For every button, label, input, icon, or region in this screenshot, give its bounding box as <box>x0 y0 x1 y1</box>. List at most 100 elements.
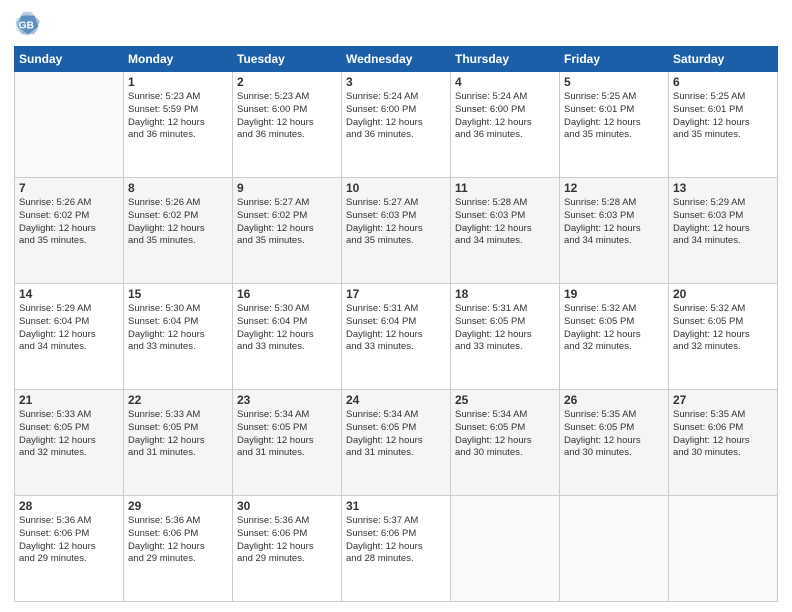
day-cell: 21Sunrise: 5:33 AMSunset: 6:05 PMDayligh… <box>15 390 124 496</box>
day-info: Sunrise: 5:23 AMSunset: 5:59 PMDaylight:… <box>128 91 228 142</box>
column-header-monday: Monday <box>124 47 233 72</box>
page: GB SundayMondayTuesdayWednesdayThursdayF… <box>0 0 792 612</box>
day-number: 5 <box>564 75 664 89</box>
day-cell: 3 Sunrise: 5:24 AMSunset: 6:00 PMDaylight… <box>342 72 451 178</box>
day-info: Sunrise: 5:33 AMSunset: 6:05 PMDaylight:… <box>128 409 228 460</box>
column-header-friday: Friday <box>560 47 669 72</box>
day-cell: 19 Sunrise: 5:32 AMSunset: 6:05 PMDayligh… <box>560 284 669 390</box>
day-info: Sunrise: 5:34 AMSunset: 6:05 PMDaylight:… <box>346 409 446 460</box>
day-cell: 15 Sunrise: 5:30 AMSunset: 6:04 PMDayligh… <box>124 284 233 390</box>
day-number: 14 <box>19 287 119 301</box>
day-info: Sunrise: 5:28 AMSunset: 6:03 PMDaylight:… <box>564 197 664 248</box>
day-info: Sunrise: 5:36 AMSunset: 6:06 PMDaylight:… <box>128 515 228 566</box>
day-cell: 16Sunrise: 5:30 AMSunset: 6:04 PMDayligh… <box>233 284 342 390</box>
day-cell: 5 Sunrise: 5:25 AMSunset: 6:01 PMDaylight… <box>560 72 669 178</box>
day-info: Sunrise: 5:36 AMSunset: 6:06 PMDaylight:… <box>19 515 119 566</box>
day-number: 17 <box>346 287 446 301</box>
day-info: Sunrise: 5:26 AMSunset: 6:02 PMDaylight:… <box>128 197 228 248</box>
day-cell: 4 Sunrise: 5:24 AMSunset: 6:00 PMDaylight… <box>451 72 560 178</box>
day-number: 2 <box>237 75 337 89</box>
day-number: 9 <box>237 181 337 195</box>
day-info: Sunrise: 5:35 AMSunset: 6:06 PMDaylight:… <box>673 409 773 460</box>
day-number: 29 <box>128 499 228 513</box>
day-info: Sunrise: 5:36 AMSunset: 6:06 PMDaylight:… <box>237 515 337 566</box>
day-number: 25 <box>455 393 555 407</box>
day-cell: 27Sunrise: 5:35 AMSunset: 6:06 PMDayligh… <box>669 390 778 496</box>
logo: GB <box>14 10 46 38</box>
day-number: 26 <box>564 393 664 407</box>
day-cell: 14 Sunrise: 5:29 AMSunset: 6:04 PMDayligh… <box>15 284 124 390</box>
day-number: 12 <box>564 181 664 195</box>
day-number: 23 <box>237 393 337 407</box>
day-info: Sunrise: 5:31 AMSunset: 6:04 PMDaylight:… <box>346 303 446 354</box>
day-cell: 29 Sunrise: 5:36 AMSunset: 6:06 PMDayligh… <box>124 496 233 602</box>
day-info: Sunrise: 5:29 AMSunset: 6:03 PMDaylight:… <box>673 197 773 248</box>
day-info: Sunrise: 5:29 AMSunset: 6:04 PMDaylight:… <box>19 303 119 354</box>
day-info: Sunrise: 5:23 AMSunset: 6:00 PMDaylight:… <box>237 91 337 142</box>
day-cell: 6 Sunrise: 5:25 AMSunset: 6:01 PMDaylight… <box>669 72 778 178</box>
day-cell: 31Sunrise: 5:37 AMSunset: 6:06 PMDayligh… <box>342 496 451 602</box>
day-number: 4 <box>455 75 555 89</box>
day-cell: 8 Sunrise: 5:26 AMSunset: 6:02 PMDaylight… <box>124 178 233 284</box>
column-header-wednesday: Wednesday <box>342 47 451 72</box>
day-info: Sunrise: 5:25 AMSunset: 6:01 PMDaylight:… <box>673 91 773 142</box>
day-info: Sunrise: 5:32 AMSunset: 6:05 PMDaylight:… <box>564 303 664 354</box>
day-cell <box>560 496 669 602</box>
week-row-3: 14 Sunrise: 5:29 AMSunset: 6:04 PMDayligh… <box>15 284 778 390</box>
week-row-5: 28Sunrise: 5:36 AMSunset: 6:06 PMDayligh… <box>15 496 778 602</box>
day-cell: 22 Sunrise: 5:33 AMSunset: 6:05 PMDayligh… <box>124 390 233 496</box>
logo-icon: GB <box>14 10 42 38</box>
day-info: Sunrise: 5:27 AMSunset: 6:03 PMDaylight:… <box>346 197 446 248</box>
day-info: Sunrise: 5:30 AMSunset: 6:04 PMDaylight:… <box>237 303 337 354</box>
day-info: Sunrise: 5:30 AMSunset: 6:04 PMDaylight:… <box>128 303 228 354</box>
day-number: 11 <box>455 181 555 195</box>
calendar-table: SundayMondayTuesdayWednesdayThursdayFrid… <box>14 46 778 602</box>
day-cell: 30 Sunrise: 5:36 AMSunset: 6:06 PMDayligh… <box>233 496 342 602</box>
day-cell: 18Sunrise: 5:31 AMSunset: 6:05 PMDayligh… <box>451 284 560 390</box>
day-info: Sunrise: 5:27 AMSunset: 6:02 PMDaylight:… <box>237 197 337 248</box>
day-info: Sunrise: 5:28 AMSunset: 6:03 PMDaylight:… <box>455 197 555 248</box>
day-info: Sunrise: 5:34 AMSunset: 6:05 PMDaylight:… <box>455 409 555 460</box>
day-number: 15 <box>128 287 228 301</box>
day-number: 7 <box>19 181 119 195</box>
week-row-1: 1 Sunrise: 5:23 AMSunset: 5:59 PMDaylight… <box>15 72 778 178</box>
calendar-header-row: SundayMondayTuesdayWednesdayThursdayFrid… <box>15 47 778 72</box>
day-number: 13 <box>673 181 773 195</box>
day-info: Sunrise: 5:24 AMSunset: 6:00 PMDaylight:… <box>455 91 555 142</box>
day-cell <box>451 496 560 602</box>
day-number: 18 <box>455 287 555 301</box>
day-info: Sunrise: 5:26 AMSunset: 6:02 PMDaylight:… <box>19 197 119 248</box>
day-info: Sunrise: 5:25 AMSunset: 6:01 PMDaylight:… <box>564 91 664 142</box>
day-number: 1 <box>128 75 228 89</box>
day-number: 30 <box>237 499 337 513</box>
day-info: Sunrise: 5:33 AMSunset: 6:05 PMDaylight:… <box>19 409 119 460</box>
day-number: 8 <box>128 181 228 195</box>
day-info: Sunrise: 5:32 AMSunset: 6:05 PMDaylight:… <box>673 303 773 354</box>
day-number: 22 <box>128 393 228 407</box>
day-cell: 2 Sunrise: 5:23 AMSunset: 6:00 PMDaylight… <box>233 72 342 178</box>
day-info: Sunrise: 5:24 AMSunset: 6:00 PMDaylight:… <box>346 91 446 142</box>
day-cell: 25 Sunrise: 5:34 AMSunset: 6:05 PMDayligh… <box>451 390 560 496</box>
day-info: Sunrise: 5:37 AMSunset: 6:06 PMDaylight:… <box>346 515 446 566</box>
day-cell: 7 Sunrise: 5:26 AMSunset: 6:02 PMDaylight… <box>15 178 124 284</box>
day-cell: 23 Sunrise: 5:34 AMSunset: 6:05 PMDayligh… <box>233 390 342 496</box>
week-row-2: 7 Sunrise: 5:26 AMSunset: 6:02 PMDaylight… <box>15 178 778 284</box>
week-row-4: 21Sunrise: 5:33 AMSunset: 6:05 PMDayligh… <box>15 390 778 496</box>
day-cell: 13 Sunrise: 5:29 AMSunset: 6:03 PMDayligh… <box>669 178 778 284</box>
day-number: 3 <box>346 75 446 89</box>
day-cell: 20Sunrise: 5:32 AMSunset: 6:05 PMDayligh… <box>669 284 778 390</box>
day-info: Sunrise: 5:34 AMSunset: 6:05 PMDaylight:… <box>237 409 337 460</box>
day-number: 19 <box>564 287 664 301</box>
day-number: 24 <box>346 393 446 407</box>
day-cell: 9 Sunrise: 5:27 AMSunset: 6:02 PMDaylight… <box>233 178 342 284</box>
column-header-thursday: Thursday <box>451 47 560 72</box>
day-cell: 12 Sunrise: 5:28 AMSunset: 6:03 PMDayligh… <box>560 178 669 284</box>
day-cell: 1 Sunrise: 5:23 AMSunset: 5:59 PMDaylight… <box>124 72 233 178</box>
day-cell: 28Sunrise: 5:36 AMSunset: 6:06 PMDayligh… <box>15 496 124 602</box>
day-number: 10 <box>346 181 446 195</box>
day-cell: 10 Sunrise: 5:27 AMSunset: 6:03 PMDayligh… <box>342 178 451 284</box>
day-number: 6 <box>673 75 773 89</box>
day-cell: 26Sunrise: 5:35 AMSunset: 6:05 PMDayligh… <box>560 390 669 496</box>
day-cell: 17 Sunrise: 5:31 AMSunset: 6:04 PMDayligh… <box>342 284 451 390</box>
day-cell <box>669 496 778 602</box>
